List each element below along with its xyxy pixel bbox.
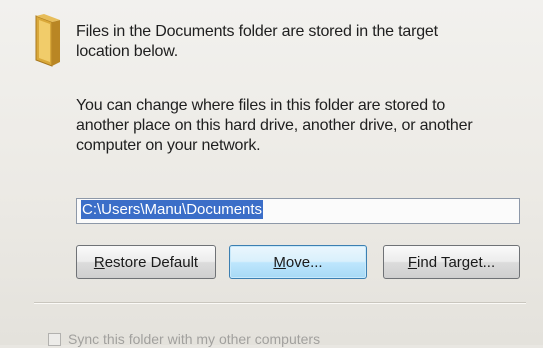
- find-label: ind Target...: [417, 253, 496, 271]
- intro-line-2: location below.: [76, 43, 178, 60]
- find-mnemonic: F: [407, 253, 418, 271]
- move-label: ove...: [285, 253, 323, 271]
- sync-option[interactable]: Sync this folder with my other computers: [48, 330, 468, 348]
- restore-label: estore Default: [104, 253, 199, 271]
- location-tab-panel: Files in the Documents folder are stored…: [0, 0, 543, 348]
- location-path-input[interactable]: C:\Users\Manu\Documents: [76, 198, 520, 224]
- move-mnemonic: M: [273, 253, 286, 271]
- intro-line-1: Files in the Documents folder are stored…: [76, 23, 438, 40]
- find-target-button[interactable]: Find Target...: [383, 245, 520, 279]
- separator: [34, 302, 526, 304]
- description-line-1: You can change where files in this folde…: [76, 97, 446, 114]
- folder-icon: [30, 12, 66, 68]
- description-text: You can change where files in this folde…: [76, 96, 526, 156]
- description-line-3: computer on your network.: [76, 137, 261, 154]
- move-button[interactable]: Move...: [229, 245, 367, 279]
- restore-mnemonic: R: [93, 253, 105, 271]
- sync-checkbox[interactable]: [48, 332, 61, 346]
- intro-text: Files in the Documents folder are stored…: [76, 22, 506, 62]
- location-path-text: C:\Users\Manu\Documents: [81, 200, 264, 219]
- restore-default-button[interactable]: Restore Default: [76, 245, 216, 279]
- description-line-2: another place on this hard drive, anothe…: [76, 117, 473, 134]
